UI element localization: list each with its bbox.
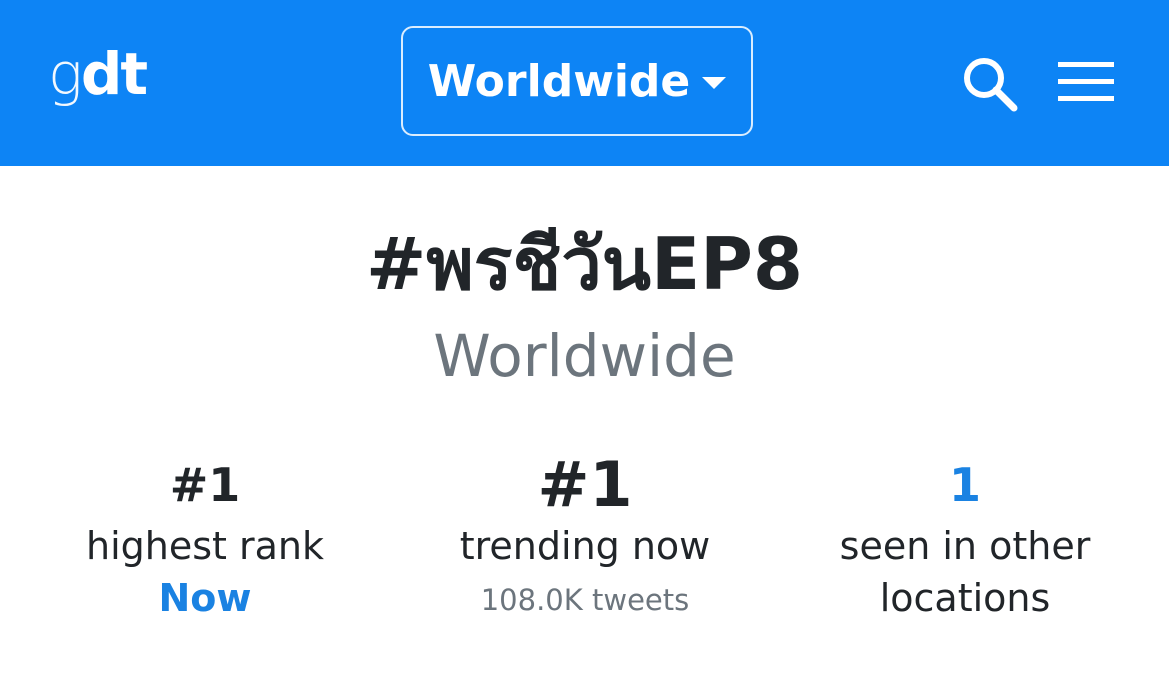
- logo-bold-part: dt: [80, 40, 148, 108]
- menu-button[interactable]: [1056, 60, 1116, 104]
- other-locations-value[interactable]: 1: [770, 450, 1160, 520]
- location-dropdown-button[interactable]: Worldwide: [401, 26, 753, 136]
- trend-title: #พรชีวันEP8: [365, 222, 804, 306]
- stat-trending-now: #1 trending now 108.0K tweets: [390, 450, 780, 628]
- other-locations-label-line2: locations: [879, 576, 1051, 620]
- other-locations-label-line1: seen in other: [839, 524, 1091, 568]
- top-navbar: gdt Worldwide: [0, 0, 1169, 166]
- highest-rank-when: Now: [158, 576, 252, 620]
- trending-now-value: #1: [537, 448, 633, 521]
- highest-rank-label: highest rank: [85, 524, 324, 568]
- hamburger-menu-icon: [1058, 62, 1114, 101]
- tweet-count: 108.0K tweets: [480, 583, 690, 617]
- gdt-logo[interactable]: gdt: [48, 34, 148, 114]
- chevron-down-icon: [702, 77, 727, 89]
- highest-rank-value: #1: [169, 458, 241, 512]
- logo-light-part: g: [48, 40, 83, 108]
- location-dropdown-label: Worldwide: [427, 55, 691, 107]
- stat-highest-rank: #1 highest rank Now: [10, 450, 400, 624]
- stat-other-locations[interactable]: 1 seen in other locations: [770, 450, 1160, 624]
- trend-location: Worldwide: [433, 322, 736, 390]
- search-button[interactable]: [958, 52, 1022, 116]
- search-icon: [964, 58, 1018, 112]
- trending-now-label: trending now: [459, 524, 711, 568]
